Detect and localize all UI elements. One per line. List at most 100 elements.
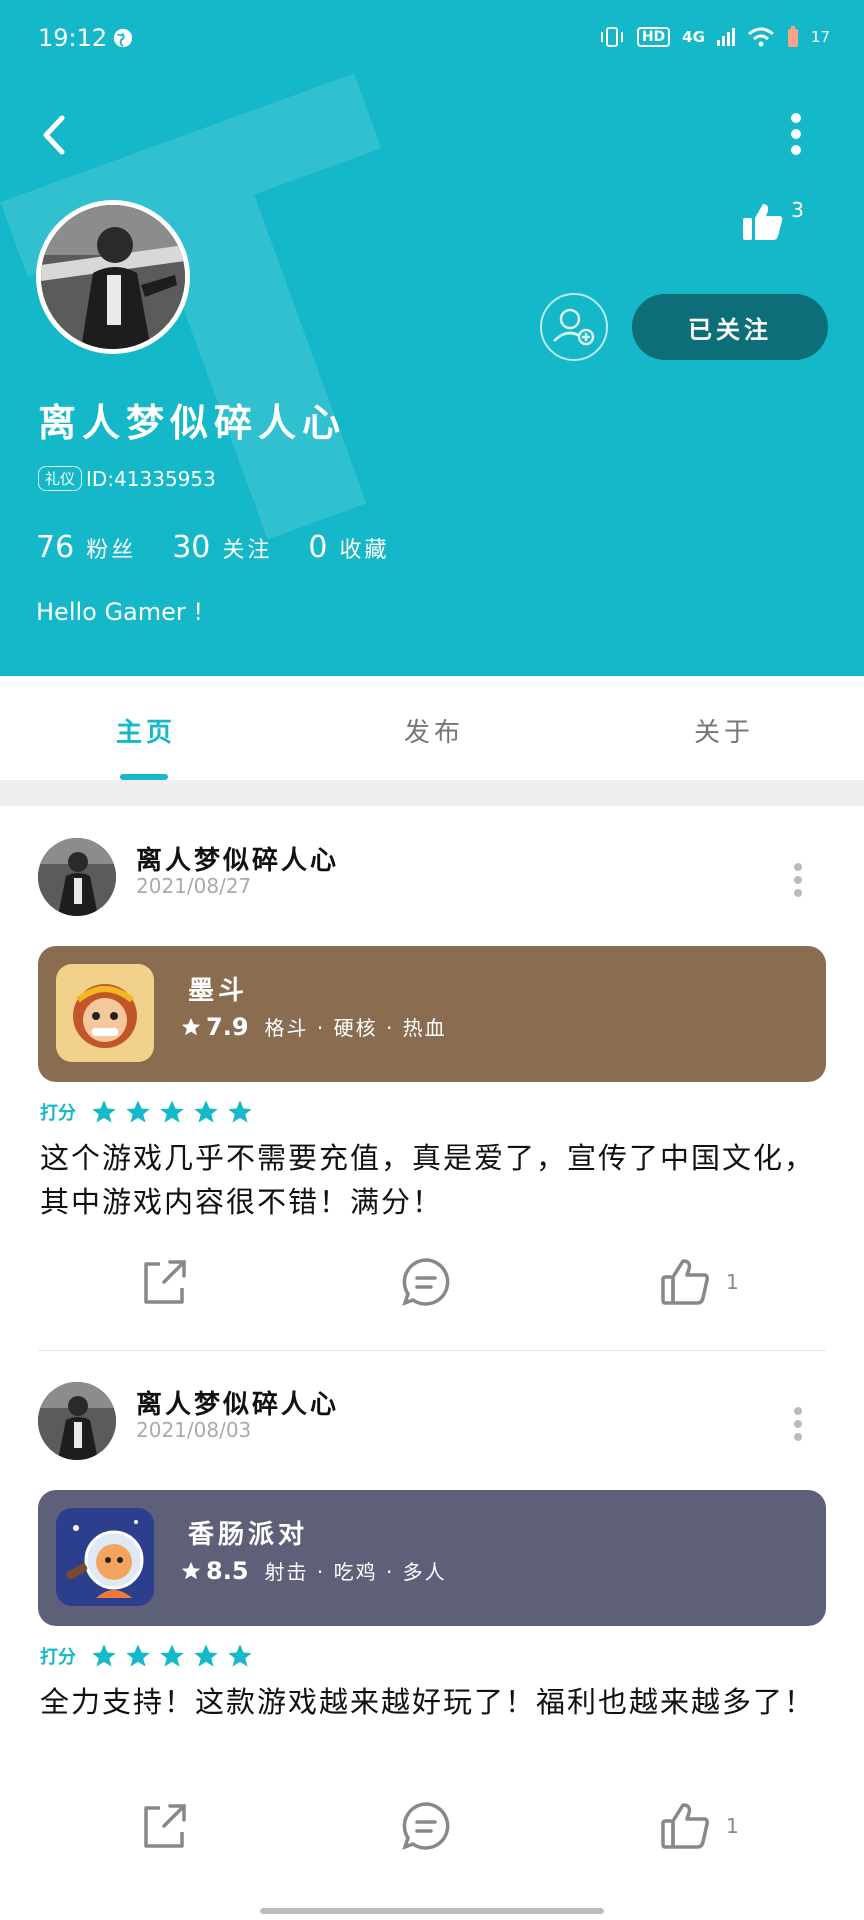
following-count[interactable]: 30 [172, 530, 210, 565]
game-icon [56, 964, 154, 1062]
game-tags: 射击 · 吃鸡 · 多人 [264, 1560, 447, 1584]
user-tag-badge: 礼仪 [38, 466, 83, 491]
review-text: 全力支持！这款游戏越来越好玩了！福利也越来越多了！ [40, 1685, 816, 1719]
battery-level: 17 [810, 28, 830, 46]
game-icon-art [56, 1508, 154, 1606]
like-count: 1 [726, 1814, 739, 1838]
thumbs-up-icon [743, 204, 783, 240]
profile-stats: 76 粉丝 30 关注 0 收藏 [36, 530, 426, 565]
tab-posts[interactable]: 发布 [404, 712, 464, 749]
game-meta: 7.9 格斗 · 硬核 · 热血 [180, 1012, 447, 1041]
post-author-name[interactable]: 离人梦似碎人心 [136, 840, 339, 877]
follow-button[interactable]: 已关注 [632, 294, 828, 360]
globe-icon [113, 28, 133, 48]
user-id-row: 礼仪 ID:41335953 [38, 466, 216, 491]
profile-page: T 19:12 HD 4G 17 3 已关注 离人梦似碎人心 礼仪 ID:413… [0, 0, 864, 1920]
game-icon [56, 1508, 154, 1606]
rating-star-icon [194, 1100, 218, 1123]
comment-icon [402, 1802, 450, 1850]
thumbs-up-icon [661, 1803, 709, 1849]
game-name: 墨斗 [188, 976, 249, 1006]
post-author-avatar[interactable] [38, 1382, 116, 1460]
post-more-icon[interactable] [792, 1406, 804, 1442]
profile-bio: Hello Gamer ! [36, 598, 204, 626]
rating-star-icon [160, 1644, 184, 1667]
back-arrow-icon[interactable] [36, 110, 72, 160]
post-author-avatar[interactable] [38, 838, 116, 916]
hd-badge: HD [636, 27, 671, 47]
avatar-photo [41, 205, 185, 349]
rating-label: 打分 [40, 1647, 76, 1668]
rating-star-icon [92, 1644, 116, 1667]
avatar-photo [38, 838, 116, 916]
avatar-photo [38, 1382, 116, 1460]
rating-star-icon [228, 1100, 252, 1123]
rating-star-icon [92, 1100, 116, 1123]
post-author-name[interactable]: 离人梦似碎人心 [136, 1384, 339, 1421]
profile-like-button[interactable]: 3 [741, 198, 804, 242]
post-date: 2021/08/27 [136, 874, 252, 898]
game-card[interactable]: 墨斗 7.9 格斗 · 硬核 · 热血 [38, 946, 826, 1082]
game-name: 香肠派对 [188, 1520, 309, 1550]
post-more-icon[interactable] [792, 862, 804, 898]
more-vertical-icon[interactable] [788, 112, 804, 156]
followers-count[interactable]: 76 [36, 530, 74, 565]
status-time: 19:12 [38, 24, 108, 52]
rating-row: 打分 [40, 1642, 260, 1670]
rating-star-icon [160, 1100, 184, 1123]
share-icon [144, 1804, 186, 1848]
profile-username: 离人梦似碎人心 [38, 401, 347, 445]
add-user-icon [553, 308, 595, 346]
game-meta: 8.5 射击 · 吃鸡 · 多人 [180, 1556, 447, 1585]
star-icon [181, 1017, 201, 1035]
share-button[interactable] [138, 1798, 190, 1854]
like-button[interactable]: 1 [660, 1254, 739, 1310]
status-icons: HD 4G 17 [599, 26, 830, 48]
post-actions: 1 [0, 1254, 864, 1310]
rating-star-icon [194, 1644, 218, 1667]
game-tags: 格斗 · 硬核 · 热血 [264, 1016, 447, 1040]
thumbs-up-icon [661, 1259, 709, 1305]
share-button[interactable] [138, 1254, 190, 1310]
favorites-label[interactable]: 收藏 [340, 532, 390, 564]
vibrate-icon [600, 27, 623, 47]
signal-icon [716, 28, 735, 46]
following-label[interactable]: 关注 [222, 532, 272, 564]
review-text: 这个游戏几乎不需要充值，真是爱了，宣传了中国文化，其中游戏内容很不错！满分！ [40, 1141, 816, 1219]
add-friend-button[interactable] [540, 293, 608, 361]
game-icon-art [56, 964, 154, 1062]
rating-star-icon [126, 1644, 150, 1667]
user-id: ID:41335953 [86, 466, 216, 491]
rating-star-icon [228, 1644, 252, 1667]
profile-header: T 19:12 HD 4G 17 3 已关注 离人梦似碎人心 礼仪 ID:413… [0, 0, 864, 676]
tab-home[interactable]: 主页 [116, 712, 176, 749]
rating-row: 打分 [40, 1098, 260, 1126]
game-score: 8.5 [206, 1556, 249, 1585]
network-label: 4G [682, 28, 705, 46]
profile-avatar[interactable] [36, 200, 190, 354]
like-count: 1 [726, 1270, 739, 1294]
wifi-icon [747, 27, 774, 47]
comment-icon [402, 1258, 450, 1306]
favorites-count[interactable]: 0 [308, 530, 327, 565]
status-bar: 19:12 HD 4G 17 [0, 0, 864, 80]
followers-label[interactable]: 粉丝 [86, 532, 136, 564]
comment-button[interactable] [400, 1254, 452, 1310]
post-date: 2021/08/03 [136, 1418, 252, 1442]
post-actions: 1 [0, 1798, 864, 1854]
share-icon [144, 1260, 186, 1304]
post-divider [38, 1350, 826, 1351]
game-card[interactable]: 香肠派对 8.5 射击 · 吃鸡 · 多人 [38, 1490, 826, 1626]
like-button[interactable]: 1 [660, 1798, 739, 1854]
game-score: 7.9 [206, 1012, 249, 1041]
rating-star-icon [126, 1100, 150, 1123]
tab-about[interactable]: 关于 [694, 712, 754, 749]
profile-tabs: 主页 发布 关于 [0, 676, 864, 780]
home-indicator[interactable] [260, 1908, 604, 1914]
comment-button[interactable] [400, 1798, 452, 1854]
rating-label: 打分 [40, 1103, 76, 1124]
star-icon [181, 1561, 201, 1579]
section-separator [0, 780, 864, 806]
battery-icon [787, 26, 798, 47]
profile-like-count: 3 [791, 198, 804, 222]
